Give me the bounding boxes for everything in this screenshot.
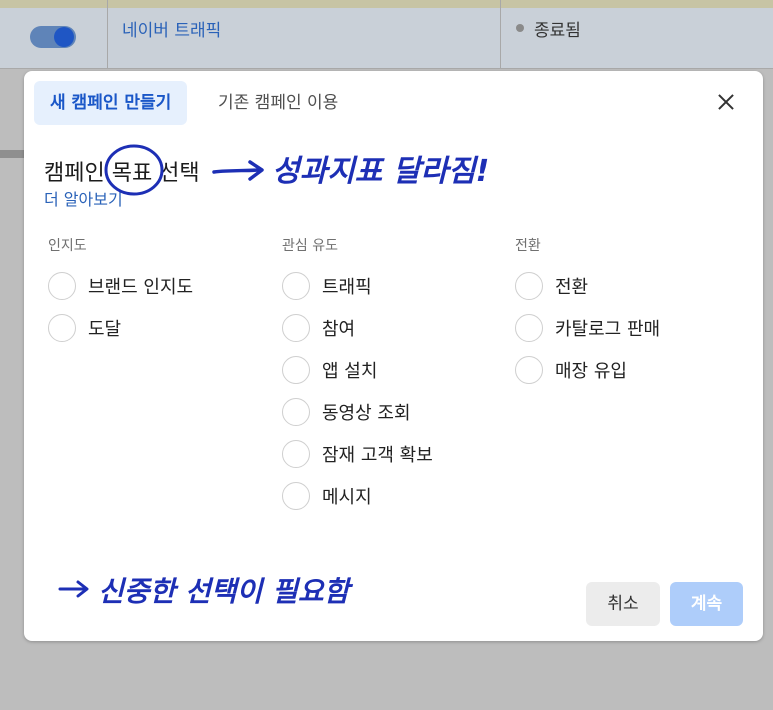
annotation-circle bbox=[104, 144, 164, 196]
annotation-top-note: 성과지표 달라짐! bbox=[272, 154, 490, 189]
annotation-arrow-top bbox=[212, 168, 260, 174]
annotation-bottom-note: 신중한 선택이 필요함 bbox=[98, 575, 350, 608]
